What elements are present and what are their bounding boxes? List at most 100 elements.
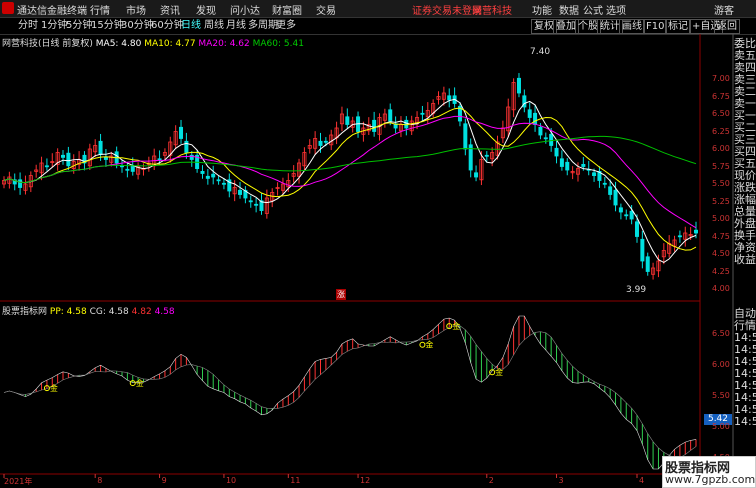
- high-price-label: 7.40: [530, 47, 551, 57]
- candle-body: [179, 126, 184, 139]
- gold-cross-label: 金: [136, 378, 144, 388]
- main-panel-title: 网营科技(日线 前复权) MA5: 4.80 MA10: 4.77 MA20: …: [2, 36, 304, 49]
- price-tick: 5.25: [712, 196, 730, 206]
- quote-panel: 委比 卖五 卖四 卖三 卖二 卖一 买一 买二 买三 买四 买五 现价 涨跌 涨…: [734, 38, 756, 266]
- candle-body: [125, 168, 130, 171]
- candle-body: [559, 158, 564, 167]
- candle-body: [157, 158, 162, 161]
- quote-label: 收益: [734, 253, 756, 266]
- price-tick: 7.00: [712, 74, 730, 83]
- candle-body: [527, 109, 532, 118]
- candle-body: [602, 182, 607, 185]
- candle-body: [120, 165, 125, 168]
- sub-value-2: 4.58: [154, 307, 175, 317]
- price-tick: 6.50: [712, 109, 730, 118]
- candle-body: [533, 112, 538, 125]
- price-tick: 6.25: [712, 126, 730, 136]
- gold-cross-icon: [419, 341, 426, 348]
- date-tick: 2021年: [4, 477, 33, 486]
- candle-body: [629, 210, 634, 220]
- kline-chart[interactable]: 金金金金金: [0, 0, 756, 487]
- date-tick: 12: [360, 476, 371, 485]
- watermark: 股票指标网 www.7gpzb.com: [662, 456, 756, 488]
- candle-body: [549, 133, 554, 146]
- candle-body: [565, 161, 570, 171]
- ma20-value: MA20: 4.62: [198, 39, 250, 49]
- candle-body: [205, 175, 210, 179]
- pp-value: PP: 4.58: [49, 307, 87, 317]
- candle-body: [372, 119, 377, 132]
- sub-panel-title: 股票指标网 PP: 4.58 CG: 4.58 4.82 4.58: [2, 304, 175, 317]
- candle-body: [640, 238, 645, 262]
- cg-value: CG: 4.58: [89, 307, 129, 317]
- price-tick: 6.75: [712, 91, 730, 101]
- tick-time: 14:5: [734, 415, 756, 428]
- date-tick: 2: [488, 476, 494, 485]
- gold-cross-label: 金: [495, 367, 503, 377]
- candle-body: [624, 214, 629, 217]
- date-tick: 4: [638, 476, 645, 485]
- zhang-marker: 涨: [336, 289, 346, 300]
- candle-body: [404, 119, 409, 129]
- candle-body: [103, 156, 108, 160]
- date-tick: 10: [225, 476, 237, 485]
- candle-body: [211, 173, 216, 178]
- indicator-name[interactable]: 股票指标网: [2, 307, 47, 317]
- candle-body: [608, 186, 613, 195]
- price-tick: 4.50: [712, 249, 730, 258]
- candle-body: [345, 116, 350, 125]
- price-tick: 4.25: [712, 266, 730, 276]
- gold-cross-label: 金: [50, 383, 58, 393]
- candle-body: [581, 163, 586, 167]
- date-tick: 3: [558, 476, 564, 485]
- indicator-tick: 6.50: [712, 328, 730, 338]
- indicator-tick: 5.50: [712, 390, 730, 400]
- candle-body: [484, 154, 489, 157]
- candle-body: [130, 165, 135, 172]
- indicator-tick: 6.00: [712, 359, 730, 369]
- gold-cross-label: 金: [452, 321, 460, 331]
- candle-body: [474, 172, 479, 178]
- candle-body: [543, 137, 548, 140]
- date-tick: 8: [97, 476, 103, 485]
- indicator-line-fast: [3, 315, 697, 470]
- candle-body: [538, 126, 543, 136]
- candle-body: [238, 189, 243, 195]
- price-tick: 5.75: [712, 161, 730, 171]
- price-tick: 5.00: [712, 214, 730, 223]
- price-tick: 4.75: [712, 231, 730, 241]
- candle-body: [98, 140, 103, 156]
- ma5-value: MA5: 4.80: [95, 39, 142, 49]
- candle-body: [323, 140, 328, 143]
- candle-body: [388, 109, 393, 122]
- candle-body: [447, 95, 452, 101]
- ma10-line: [3, 107, 697, 251]
- indicator-line-slow: [3, 325, 697, 458]
- candle-body: [248, 200, 253, 203]
- date-tick: 9: [161, 476, 167, 485]
- candle-body: [645, 256, 650, 272]
- candle-body: [221, 182, 226, 185]
- candle-body: [694, 229, 699, 234]
- candle-body: [618, 207, 623, 213]
- candle-body: [66, 152, 71, 167]
- sub-value-1: 4.82: [131, 307, 152, 317]
- price-tick: 4.00: [712, 284, 730, 293]
- ma5-line: [3, 98, 697, 263]
- low-price-label: 3.99: [626, 285, 647, 295]
- candle-body: [516, 77, 521, 94]
- candle-body: [420, 112, 425, 115]
- candle-body: [44, 165, 49, 168]
- tick-panel: 自动 行情 14:5 14:5 14:5 14:5 14:5 14:5 14:5…: [734, 308, 756, 428]
- watermark-url: www.7gpzb.com: [665, 473, 756, 486]
- candle-body: [254, 203, 259, 206]
- candle-body: [677, 235, 682, 238]
- price-tick: 6.00: [712, 144, 730, 153]
- price-tick: 5.50: [712, 179, 730, 188]
- candle-body: [634, 221, 639, 237]
- ma60-value: MA60: 5.41: [252, 39, 304, 49]
- candle-body: [554, 147, 559, 157]
- stock-name: 网营科技(日线 前复权): [2, 39, 93, 49]
- ma20-line: [3, 115, 697, 229]
- gold-cross-label: 金: [425, 340, 433, 350]
